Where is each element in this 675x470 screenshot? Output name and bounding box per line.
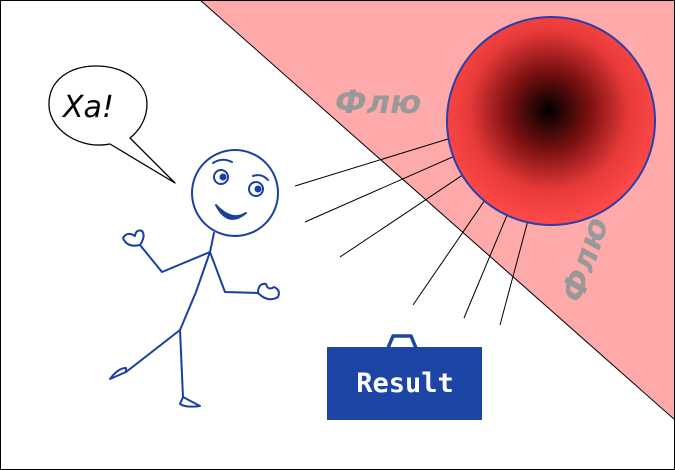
figure-arm-right bbox=[209, 251, 259, 294]
result-briefcase[interactable]: Result bbox=[327, 334, 482, 420]
figure-foot-right bbox=[179, 396, 201, 408]
result-label: Result bbox=[356, 368, 454, 399]
figure-hand-left bbox=[122, 229, 145, 247]
figure-neck bbox=[209, 232, 215, 253]
stick-figure bbox=[109, 149, 280, 408]
danger-orb bbox=[446, 16, 656, 226]
flu-label-upper: Флю bbox=[335, 83, 421, 121]
figure-pupil-right bbox=[254, 185, 262, 193]
figure-hand-right bbox=[257, 282, 280, 301]
result-handle bbox=[386, 334, 418, 349]
figure-leg-left bbox=[125, 329, 181, 373]
illustration-canvas: Флю Флю Ха! Result bbox=[0, 0, 675, 470]
figure-head bbox=[191, 149, 279, 237]
figure-leg-right bbox=[179, 329, 184, 398]
figure-pupil-left bbox=[219, 173, 227, 181]
speech-bubble: Ха! bbox=[48, 65, 176, 184]
figure-foot-left bbox=[109, 367, 127, 380]
figure-arm-left bbox=[139, 244, 211, 273]
speech-bubble-text: Ха! bbox=[61, 90, 114, 125]
illustration-svg: Флю Флю Ха! Result bbox=[0, 0, 675, 470]
